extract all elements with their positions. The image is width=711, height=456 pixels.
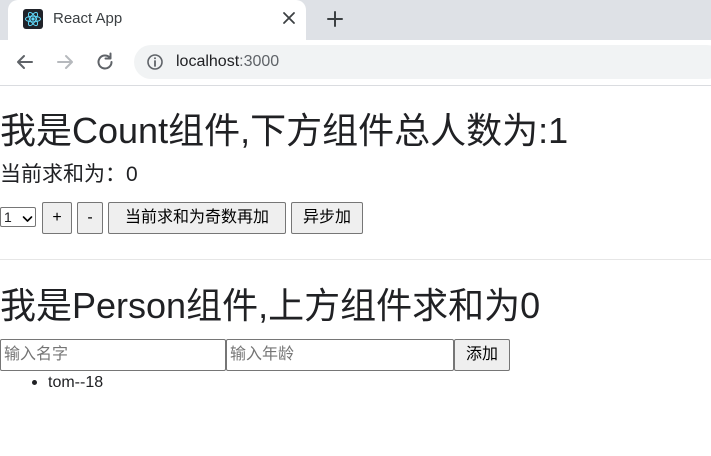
add-person-button[interactable]: 添加: [454, 339, 510, 371]
person-heading: 我是Person组件,上方组件求和为0: [0, 285, 541, 326]
increment-button[interactable]: +: [42, 202, 72, 234]
person-list: tom--18: [30, 372, 103, 394]
odd-increment-button[interactable]: 当前求和为奇数再加: [108, 202, 286, 234]
name-input[interactable]: 输入名字: [0, 339, 226, 371]
age-input[interactable]: 输入年龄: [226, 339, 454, 371]
number-select[interactable]: 1: [0, 207, 36, 227]
arrow-right-icon[interactable]: [53, 50, 77, 74]
plus-icon[interactable]: [324, 8, 346, 30]
browser-tab[interactable]: React App: [8, 0, 306, 40]
list-item: tom--18: [30, 372, 103, 394]
select-value: 1: [4, 209, 12, 225]
arrow-left-icon[interactable]: [13, 50, 37, 74]
person-label: tom--18: [48, 374, 104, 391]
url-port: :3000: [239, 53, 280, 70]
react-logo-icon: [23, 9, 43, 29]
url-text: localhost:3000: [176, 53, 279, 71]
sum-text: 当前求和为：0: [0, 163, 138, 186]
tab-strip: React App: [0, 0, 711, 40]
bullet-icon: [32, 380, 37, 385]
close-icon[interactable]: [280, 9, 298, 27]
async-increment-button[interactable]: 异步加: [291, 202, 363, 234]
tab-title: React App: [53, 10, 123, 27]
chevron-down-icon: [22, 211, 33, 229]
reload-icon[interactable]: [93, 50, 117, 74]
decrement-button[interactable]: -: [77, 202, 103, 234]
browser-toolbar: localhost:3000: [0, 40, 711, 86]
section-divider: [0, 259, 711, 260]
page-content: 我是Count组件,下方组件总人数为:1 当前求和为：0 1 + - 当前求和为…: [0, 86, 711, 456]
browser-window: React App localhost:3000 我是Count组件,下方组件总…: [0, 0, 711, 456]
address-bar[interactable]: localhost:3000: [134, 45, 711, 79]
count-heading: 我是Count组件,下方组件总人数为:1: [0, 110, 569, 151]
url-host: localhost: [176, 53, 240, 70]
info-icon[interactable]: [146, 53, 164, 71]
